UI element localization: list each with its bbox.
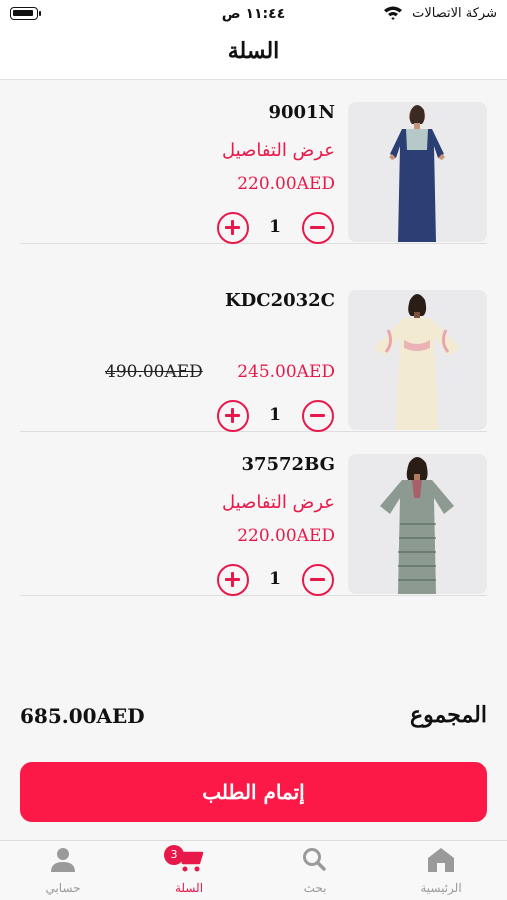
product-code: 9001N: [268, 102, 335, 123]
view-details-link[interactable]: عرض التفاصيل: [222, 140, 335, 161]
view-details-link[interactable]: عرض التفاصيل: [222, 492, 335, 513]
cart-item: KDC2032C 245.00AED 490.00AED 1: [20, 268, 487, 432]
original-price: 490.00AED: [105, 362, 203, 382]
page-title: السلة: [227, 38, 280, 64]
cart-count-badge: 3: [164, 845, 184, 865]
product-code: KDC2032C: [224, 290, 335, 311]
dress-shape: [374, 318, 460, 430]
search-icon: [303, 848, 326, 871]
tab-label: الرئيسية: [420, 881, 462, 895]
quantity-value: 1: [269, 405, 281, 425]
increase-quantity-button[interactable]: [217, 400, 249, 432]
home-icon: [428, 848, 454, 872]
total-row: المجموع 685.00AED: [20, 702, 487, 738]
total-value: 685.00AED: [20, 704, 145, 728]
increase-quantity-button[interactable]: [217, 212, 249, 244]
product-price: 245.00AED: [237, 362, 335, 382]
cart-item: 37572BG عرض التفاصيل 220.00AED 1: [20, 432, 487, 596]
total-label: المجموع: [410, 702, 487, 728]
dress-illustration: [389, 105, 445, 242]
product-image[interactable]: [348, 290, 487, 430]
user-icon: [51, 848, 75, 872]
carrier-name: شركة الاتصالات: [412, 6, 497, 21]
page-header: السلة: [0, 30, 507, 80]
quantity-value: 1: [269, 217, 281, 237]
tab-home[interactable]: الرئيسية: [378, 841, 504, 900]
tab-account[interactable]: حسابي: [0, 841, 126, 900]
product-image[interactable]: [348, 102, 487, 242]
product-price: 220.00AED: [237, 526, 335, 546]
product-price: 220.00AED: [237, 174, 335, 194]
decrease-quantity-button[interactable]: [302, 564, 334, 596]
status-bar: ١١:٤٤ ص شركة الاتصالات: [0, 0, 507, 30]
wifi-icon: [384, 6, 402, 20]
tab-bar: حسابي 3 السلة بحث الرئيسية: [0, 840, 507, 900]
increase-quantity-button[interactable]: [217, 564, 249, 596]
product-image[interactable]: [348, 454, 487, 594]
decrease-quantity-button[interactable]: [302, 400, 334, 432]
cart-item: 9001N عرض التفاصيل 220.00AED 1: [20, 80, 487, 244]
tab-cart[interactable]: 3 السلة: [126, 841, 252, 900]
tab-label: السلة: [174, 881, 204, 895]
dress-illustration: [374, 294, 460, 430]
decrease-quantity-button[interactable]: [302, 212, 334, 244]
dress-illustration: [380, 457, 454, 594]
checkout-button[interactable]: إتمام الطلب: [20, 762, 487, 822]
tab-label: حسابي: [45, 881, 81, 895]
tab-label: بحث: [303, 881, 327, 895]
quantity-value: 1: [269, 569, 281, 589]
tab-search[interactable]: بحث: [252, 841, 378, 900]
product-code: 37572BG: [241, 454, 335, 475]
